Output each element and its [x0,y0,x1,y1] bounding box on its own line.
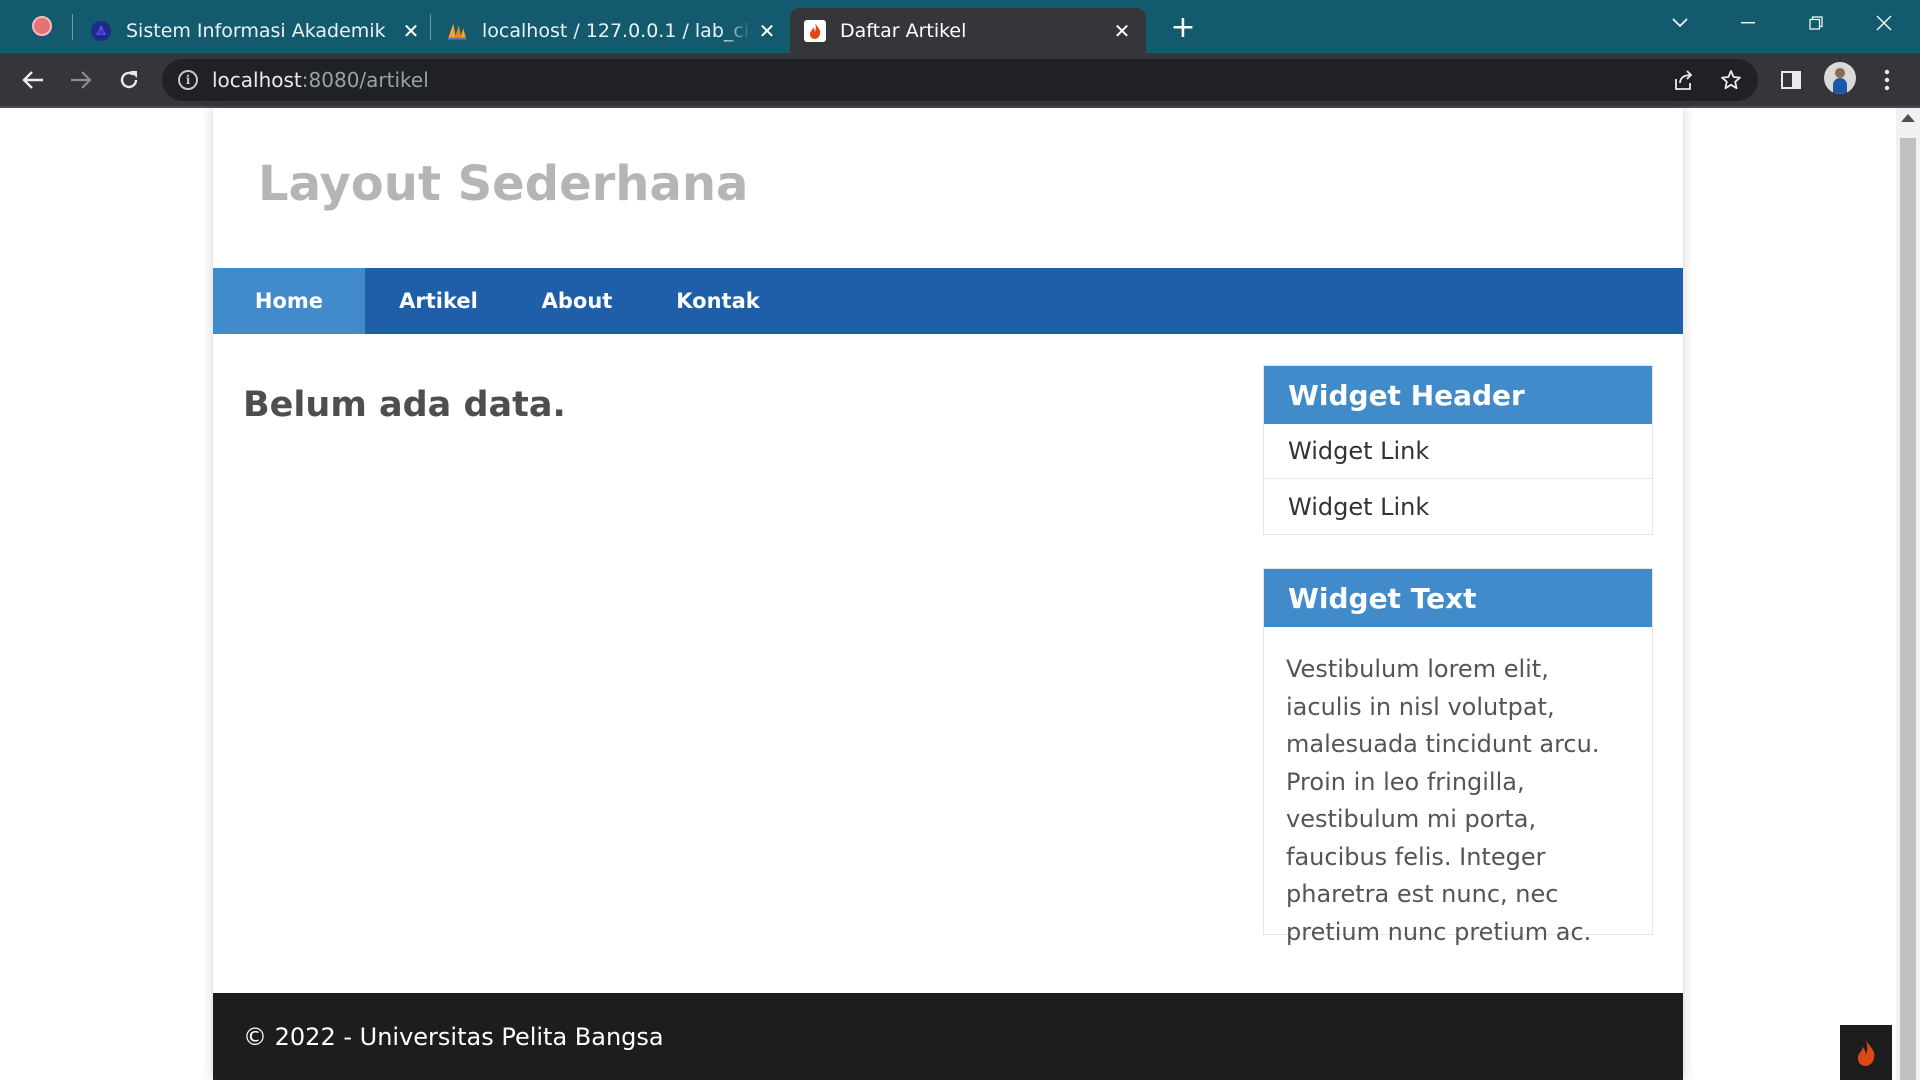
tab-separator [430,14,431,40]
back-arrow-icon[interactable] [16,63,50,97]
close-icon[interactable]: ✕ [397,17,425,45]
widget-text: Widget Text Vestibulum lorem elit, iacul… [1263,568,1653,946]
nav-artikel[interactable]: Artikel [365,268,512,334]
tab-list-chevron-down-icon[interactable] [1660,6,1700,40]
tab-strip: Sistem Informasi Akademik ✕ localhost / … [0,0,1920,53]
profile-avatar[interactable] [1824,62,1856,94]
footer-copyright: © 2022 - Universitas Pelita Bangsa [243,1022,664,1051]
debug-toolbar-flame-icon[interactable] [1840,1025,1892,1080]
bookmark-star-icon[interactable] [1714,63,1748,97]
empty-state-message: Belum ada data. [243,385,566,425]
reload-icon[interactable] [112,63,146,97]
footer: © 2022 - Universitas Pelita Bangsa [213,993,1683,1080]
site-title: Layout Sederhana [258,156,749,212]
restore-icon[interactable] [1796,6,1836,40]
scroll-up-arrow-icon[interactable] [1901,114,1915,122]
tab-title: localhost / 127.0.0.1 / lab_ci4 | phpMyA… [482,19,753,42]
address-path: :8080/artikel [301,68,429,92]
tab-daftar-artikel[interactable]: Daftar Artikel ✕ [790,8,1146,53]
nav-about[interactable]: About [512,268,642,334]
address-bar[interactable]: i localhost:8080/artikel [162,59,1758,101]
browser-toolbar: i localhost:8080/artikel [0,53,1920,106]
tab-phpmyadmin[interactable]: localhost / 127.0.0.1 / lab_ci4 | phpMyA… [446,8,781,53]
close-icon[interactable]: ✕ [1108,17,1136,45]
minimize-icon[interactable] [1728,6,1768,40]
main-nav: Home Artikel About Kontak [213,268,1683,334]
nav-home[interactable]: Home [213,268,365,334]
new-tab-plus-icon[interactable]: + [1166,10,1200,45]
tab-separator [72,14,73,40]
widget-text-header: Widget Text [1264,569,1652,627]
forward-arrow-icon[interactable] [64,63,98,97]
site-info-icon[interactable]: i [178,70,198,90]
more-menu-icon[interactable] [1870,63,1904,97]
tab-title: Sistem Informasi Akademik [126,19,386,42]
share-icon[interactable] [1666,63,1700,97]
university-logo-icon [90,20,112,42]
page-container: Layout Sederhana Home Artikel About Kont… [213,108,1683,1080]
side-panel-icon[interactable] [1774,63,1808,97]
page-scrollbar[interactable] [1896,108,1920,1080]
codeigniter-flame-icon [804,19,826,42]
tab-search-icon[interactable] [32,16,52,36]
widget-header: Widget Header [1264,366,1652,424]
widget-link[interactable]: Widget Link [1264,479,1652,534]
tab-sistem-informasi[interactable]: Sistem Informasi Akademik ✕ [90,8,425,53]
widget-text-body: Vestibulum lorem elit, iaculis in nisl v… [1286,655,1600,946]
nav-kontak[interactable]: Kontak [642,268,794,334]
phpmyadmin-icon [446,20,468,42]
address-host: localhost [212,68,302,92]
close-window-icon[interactable] [1864,6,1904,40]
scroll-thumb[interactable] [1900,138,1916,1080]
widget-link[interactable]: Widget Link [1264,424,1652,479]
widget-links: Widget Header Widget Link Widget Link [1263,365,1653,535]
address-url[interactable]: localhost:8080/artikel [212,68,429,92]
tab-title: Daftar Artikel [840,19,967,42]
close-icon[interactable]: ✕ [753,17,781,45]
